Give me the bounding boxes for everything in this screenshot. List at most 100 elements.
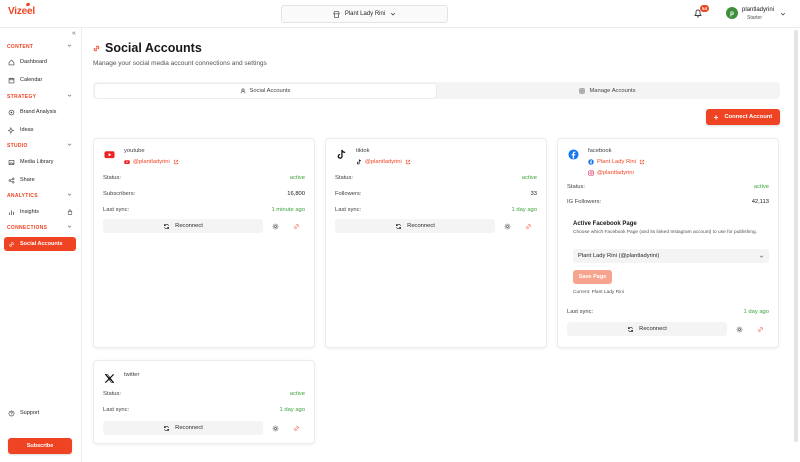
stat-value: 16,800 xyxy=(287,191,305,197)
connect-account-label: Connect Account xyxy=(724,114,773,120)
sidebar-item-dashboard[interactable]: Dashboard xyxy=(4,55,76,69)
sidebar-item-ideas[interactable]: Ideas xyxy=(4,123,76,137)
section-label: STUDIO xyxy=(7,143,28,149)
section-label: CONTENT xyxy=(7,44,34,50)
facebook-page-select[interactable]: Plant Lady Rini (@plantladyrini) xyxy=(573,249,769,263)
share-icon xyxy=(8,177,15,183)
account-handle-link[interactable]: @plantladyrini xyxy=(356,159,411,165)
reconnect-label: Reconnect xyxy=(639,326,667,332)
collapse-sidebar-icon[interactable]: « xyxy=(72,30,76,37)
tiktok-icon xyxy=(337,149,346,159)
tab-social-accounts[interactable]: Social Accounts xyxy=(94,83,436,98)
unlink-icon[interactable] xyxy=(757,326,764,333)
external-link-icon xyxy=(173,159,178,165)
active-page-title: Active Facebook Page xyxy=(573,221,637,227)
sidebar-item-share[interactable]: Share xyxy=(4,173,76,187)
logo[interactable]: Vizeel xyxy=(8,6,35,17)
sidebar-item-social-accounts[interactable]: Social Accounts xyxy=(4,237,76,251)
stat-row-last-sync: Last sync: 1 minute ago xyxy=(103,207,305,213)
stat-label: Status: xyxy=(103,391,122,397)
chevron-down-icon xyxy=(67,94,72,97)
select-value: Plant Lady Rini (@plantladyrini) xyxy=(578,253,660,259)
sidebar-item-insights[interactable]: Insights xyxy=(4,205,76,219)
tiktok-icon xyxy=(356,159,362,165)
subscribe-button[interactable]: Subscribe xyxy=(8,438,72,454)
unlink-icon[interactable] xyxy=(525,223,532,230)
store-icon xyxy=(333,10,340,18)
sidebar-item-brand-analysis[interactable]: Brand Analysis xyxy=(4,105,76,119)
reconnect-button[interactable]: Reconnect xyxy=(103,219,263,233)
tab-manage-accounts[interactable]: Manage Accounts xyxy=(437,84,778,98)
stat-label: Subscribers: xyxy=(103,191,136,197)
reconnect-button[interactable]: Reconnect xyxy=(567,322,727,336)
bar-chart-icon xyxy=(9,209,14,215)
status-badge: active xyxy=(521,175,537,181)
stat-row-followers: Followers: 33 xyxy=(335,191,537,197)
unlink-icon[interactable] xyxy=(293,425,300,432)
reconnect-button[interactable]: Reconnect xyxy=(103,421,263,435)
help-circle-icon xyxy=(8,410,15,416)
stat-value: 42,113 xyxy=(751,199,769,205)
gear-icon[interactable] xyxy=(272,425,279,432)
section-label: ANALYTICS xyxy=(7,193,38,199)
x-twitter-icon xyxy=(104,373,115,384)
chevron-down-icon[interactable] xyxy=(780,11,786,17)
gear-icon[interactable] xyxy=(272,223,279,230)
instagram-handle-link[interactable]: @plantladyrini xyxy=(588,170,634,176)
avatar[interactable]: p xyxy=(726,7,738,19)
stat-label: Last sync: xyxy=(103,207,130,213)
facebook-icon xyxy=(588,159,594,165)
sidebar-item-calendar[interactable]: Calendar xyxy=(4,73,76,87)
stat-label: Status: xyxy=(567,184,586,190)
youtube-icon xyxy=(124,160,130,164)
account-card-twitter: twitter Status: active Last sync: 1 day … xyxy=(93,360,315,444)
page-name-text: Plant Lady Rini xyxy=(597,159,636,165)
gear-icon[interactable] xyxy=(736,326,743,333)
user-icon xyxy=(240,87,245,93)
brand-selector[interactable]: Plant Lady Rini xyxy=(281,5,448,23)
refresh-icon xyxy=(396,223,402,229)
handle-text: @plantladyrini xyxy=(133,159,170,165)
connect-account-button[interactable]: + Connect Account xyxy=(706,109,780,125)
brand-name: Plant Lady Rini xyxy=(344,11,386,17)
sidebar: « CONTENT Dashboard Calendar STRATEGY Br… xyxy=(0,28,82,462)
section-strategy[interactable]: STRATEGY xyxy=(7,94,72,100)
stat-value: 1 minute ago xyxy=(271,207,305,213)
page-scrollbar[interactable] xyxy=(794,30,798,442)
reconnect-button[interactable]: Reconnect xyxy=(335,219,495,233)
sidebar-item-label: Share xyxy=(20,177,35,183)
stat-row-last-sync: Last sync: 1 day ago xyxy=(335,207,537,213)
section-connections[interactable]: CONNECTIONS xyxy=(7,225,72,231)
chevron-down-icon xyxy=(759,255,764,258)
facebook-page-link[interactable]: Plant Lady Rini xyxy=(588,159,645,165)
status-badge: active xyxy=(289,175,305,181)
stat-value: 1 day ago xyxy=(279,407,305,413)
sidebar-item-support[interactable]: Support xyxy=(4,406,76,420)
stat-label: Last sync: xyxy=(567,309,594,315)
tab-label: Social Accounts xyxy=(249,87,291,94)
account-handle-link[interactable]: @plantladyrini xyxy=(124,159,179,165)
platform-name: facebook xyxy=(588,148,612,154)
grid-icon xyxy=(580,88,585,93)
section-analytics[interactable]: ANALYTICS xyxy=(7,193,72,199)
account-card-youtube: youtube @plantladyrini Status: active Su… xyxy=(93,138,315,348)
user-plan: Starter xyxy=(747,15,763,21)
notification-badge: 54 xyxy=(700,5,710,12)
section-label: CONNECTIONS xyxy=(7,225,48,231)
sidebar-item-label: Dashboard xyxy=(20,59,47,65)
chevron-down-icon xyxy=(67,225,72,228)
unlink-icon[interactable] xyxy=(293,223,300,230)
stat-row-last-sync: Last sync: 1 day ago xyxy=(567,309,769,315)
stat-row-status: Status: active xyxy=(103,391,305,397)
sidebar-item-media-library[interactable]: Media Library xyxy=(4,155,76,169)
stat-value: 1 day ago xyxy=(511,207,537,213)
platform-name: tiktok xyxy=(356,148,370,154)
reconnect-label: Reconnect xyxy=(175,425,203,431)
stat-value: 33 xyxy=(530,191,537,197)
section-content[interactable]: CONTENT xyxy=(7,44,72,50)
section-studio[interactable]: STUDIO xyxy=(7,143,72,149)
stat-label: Status: xyxy=(335,175,354,181)
gear-icon[interactable] xyxy=(504,223,511,230)
section-label: STRATEGY xyxy=(7,94,37,100)
save-page-button[interactable]: Save Page xyxy=(573,270,612,284)
